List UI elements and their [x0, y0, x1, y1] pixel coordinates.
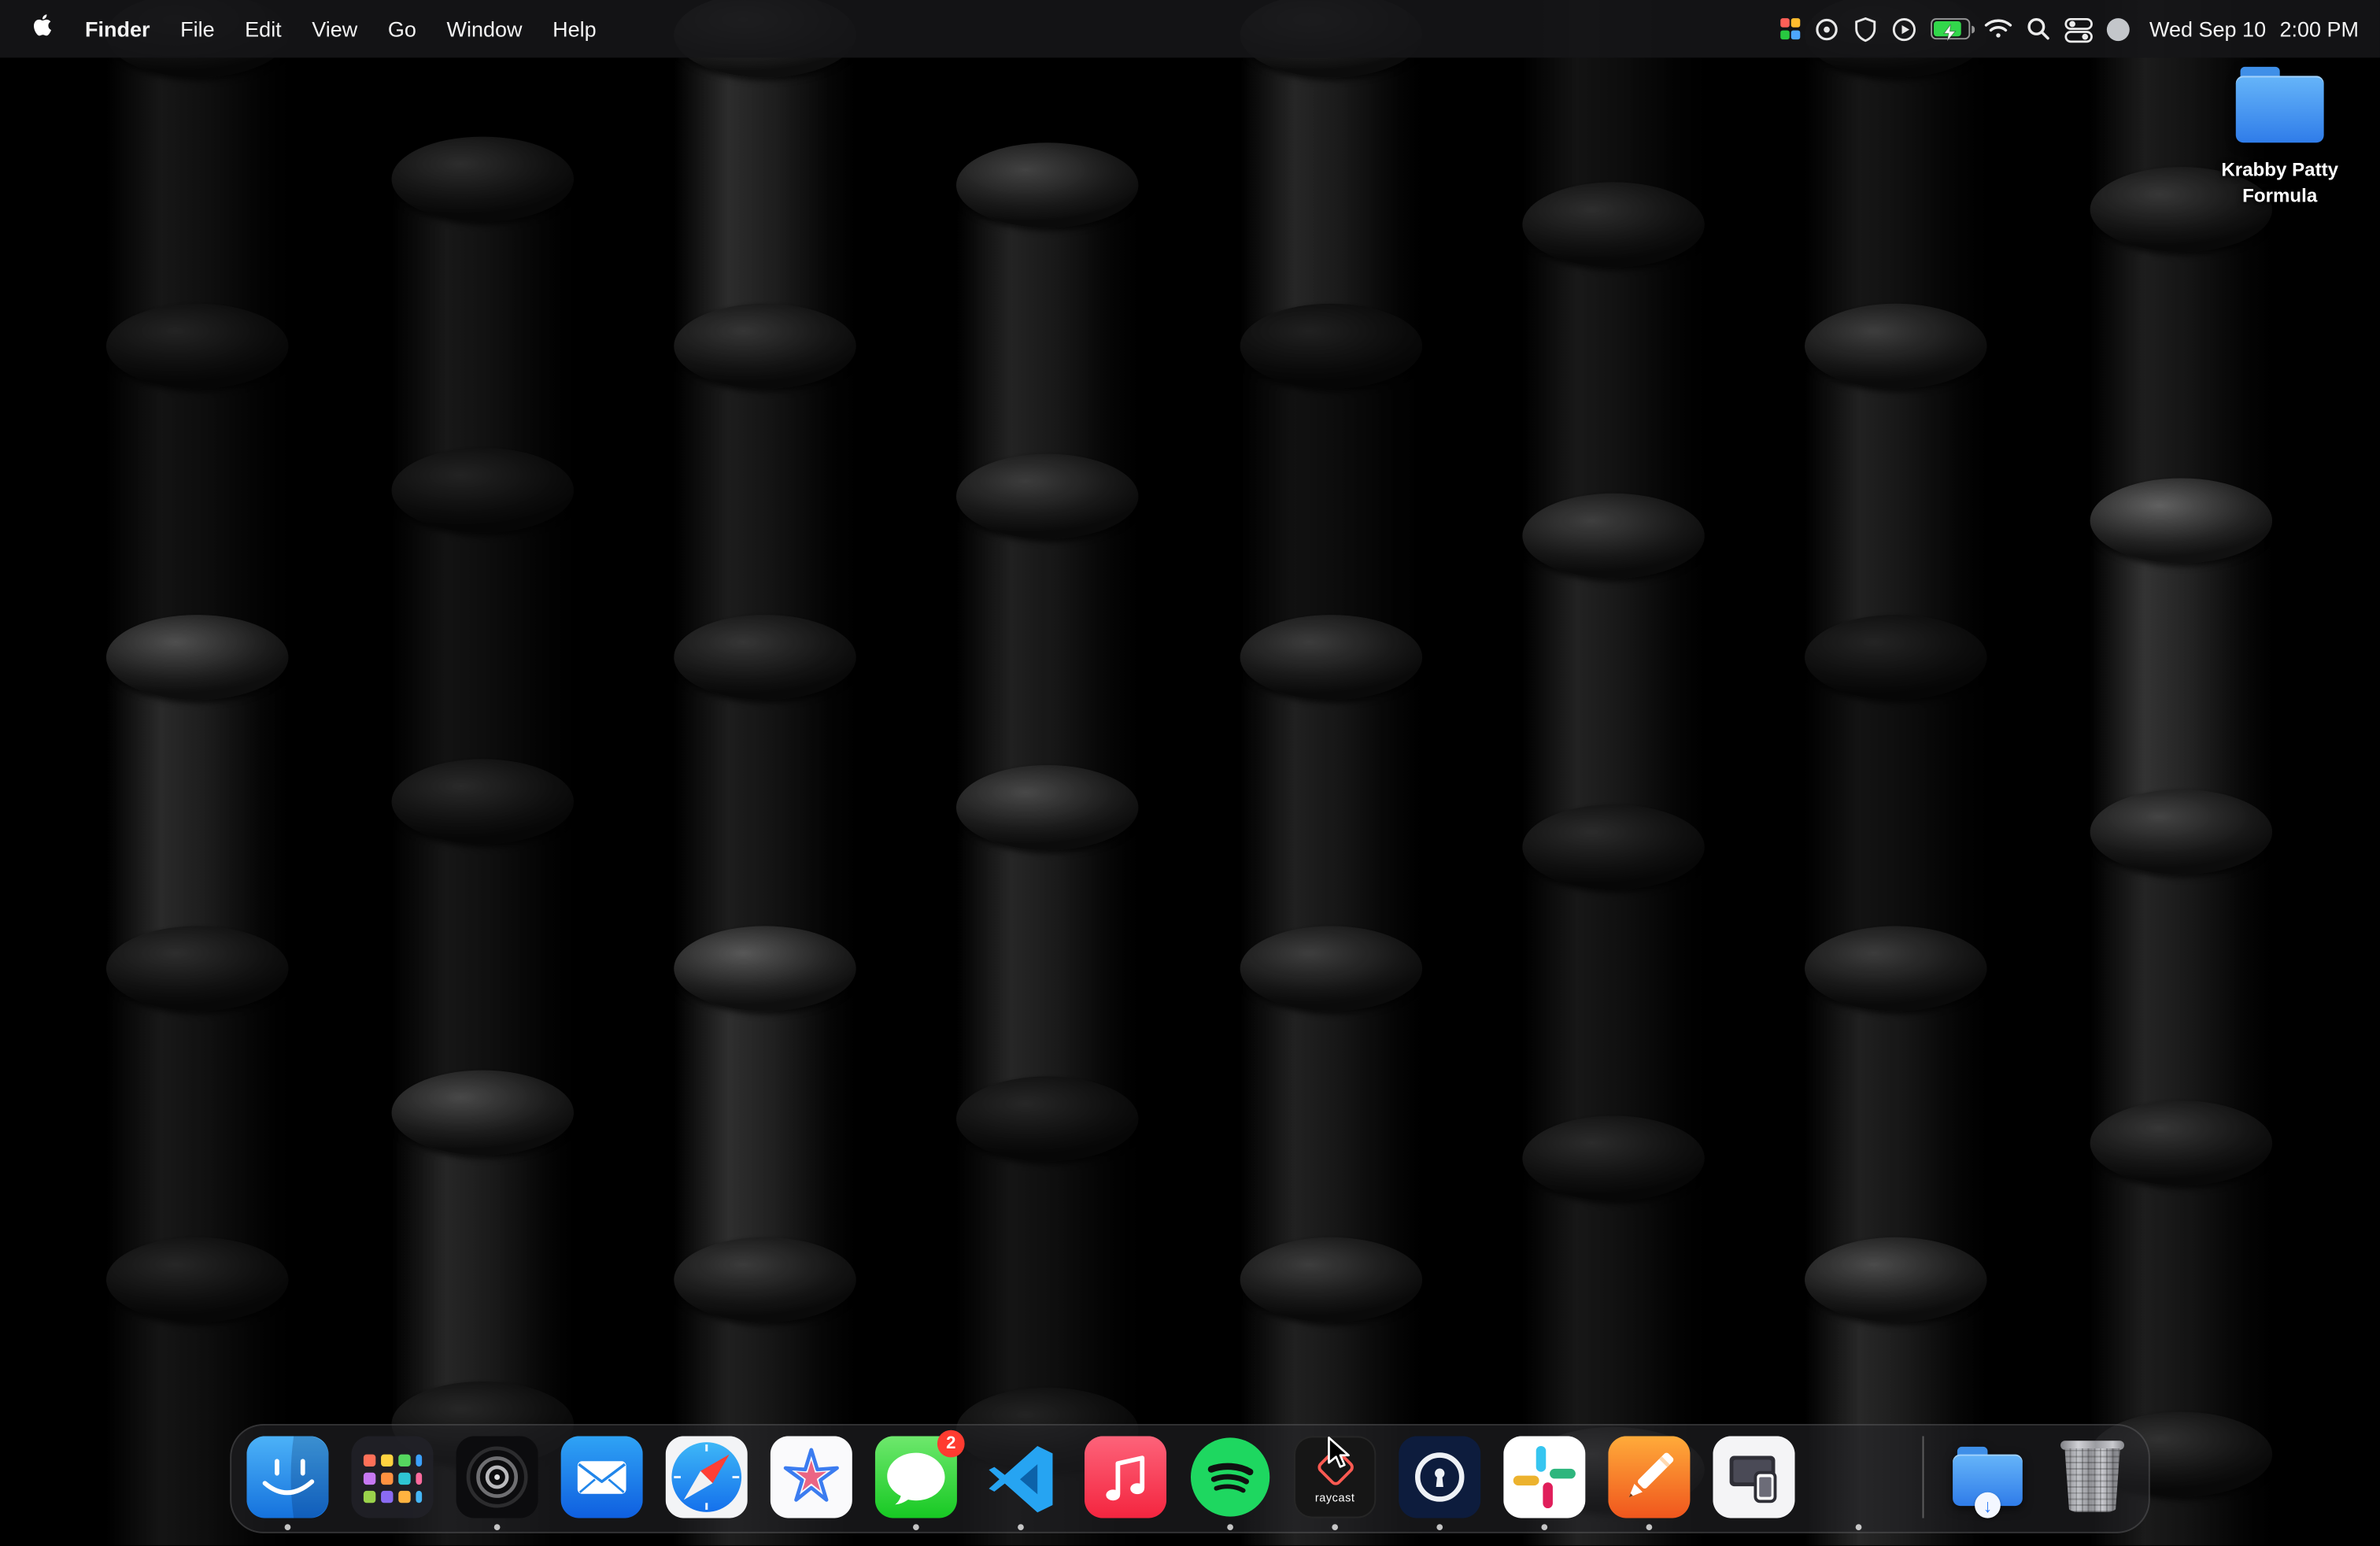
dock-item-1password[interactable]: [1399, 1436, 1480, 1518]
desktop-folder-krabby-patty[interactable]: Krabby Patty Formula: [2186, 76, 2374, 208]
blue-folder-icon: [2236, 76, 2324, 142]
pencil-icon: [1608, 1436, 1690, 1518]
battery-charging-icon[interactable]: [1931, 0, 1970, 57]
raycast-emblem-icon: [1314, 1447, 1355, 1488]
dock-item-stripes-app[interactable]: [1817, 1436, 1899, 1518]
envelope-icon: [561, 1436, 643, 1518]
apple-menu[interactable]: [15, 12, 69, 45]
music-note-icon: [1085, 1436, 1166, 1518]
dock-item-slack[interactable]: [1503, 1436, 1585, 1518]
menubar-clock[interactable]: 2:00 PM: [2279, 17, 2359, 41]
menu-file[interactable]: File: [165, 0, 230, 57]
menu-window[interactable]: Window: [431, 0, 538, 57]
dock-separator: [1923, 1436, 1924, 1518]
dock-item-star-app[interactable]: [771, 1436, 852, 1518]
menu-go[interactable]: Go: [373, 0, 432, 57]
dock-item-mail[interactable]: [561, 1436, 643, 1518]
play-circle-icon[interactable]: [1891, 0, 1917, 57]
finder-icon: [246, 1436, 328, 1518]
dock-item-spotify[interactable]: [1189, 1436, 1271, 1518]
wifi-icon[interactable]: [1984, 0, 2013, 57]
striped-circle-icon: [1817, 1436, 1899, 1518]
user-circle-icon[interactable]: [2107, 0, 2130, 57]
menu-bar-left: Finder File Edit View Go Window Help: [0, 0, 612, 57]
launchpad-grid-icon: [351, 1436, 433, 1518]
spotify-waves-icon: [1189, 1436, 1271, 1518]
vscode-icon: [980, 1436, 1062, 1518]
menu-view[interactable]: View: [297, 0, 373, 57]
dock-item-pencil-app[interactable]: [1608, 1436, 1690, 1518]
shield-icon[interactable]: [1853, 0, 1878, 57]
dock-item-screens-app[interactable]: [1713, 1436, 1794, 1518]
dock-item-rings-app[interactable]: [456, 1436, 538, 1518]
menu-edit[interactable]: Edit: [230, 0, 297, 57]
menubar-date[interactable]: Wed Sep 10: [2149, 17, 2266, 41]
dock-item-music[interactable]: [1085, 1436, 1166, 1518]
menu-bar: Finder File Edit View Go Window Help: [0, 0, 2380, 57]
device-mirroring-icon: [1713, 1436, 1794, 1518]
color-star-icon: [771, 1436, 852, 1518]
compass-icon: [666, 1436, 748, 1518]
dock-item-raycast[interactable]: raycast: [1294, 1436, 1376, 1518]
raycast-label: raycast: [1315, 1491, 1355, 1504]
color-grid-icon[interactable]: [1779, 0, 1800, 57]
dock-item-launchpad[interactable]: [351, 1436, 433, 1518]
download-arrow-icon: ↓: [1975, 1492, 2001, 1518]
desktop-screen: Finder File Edit View Go Window Help: [0, 0, 2380, 1545]
dock-item-finder[interactable]: [246, 1436, 328, 1518]
concentric-rings-icon: [456, 1436, 538, 1518]
slack-pinwheel-icon: [1503, 1436, 1585, 1518]
apple-icon: [31, 12, 53, 45]
raycast-icon: raycast: [1294, 1436, 1376, 1518]
control-center-icon[interactable]: [2064, 0, 2094, 57]
dock-item-safari[interactable]: [666, 1436, 748, 1518]
desktop-folder-label: Krabby Patty Formula: [2204, 158, 2356, 209]
dock: 2 raycast: [230, 1424, 2150, 1533]
ring-icon[interactable]: [1814, 0, 1840, 57]
notification-badge: 2: [937, 1430, 965, 1458]
dock-item-vscode[interactable]: [980, 1436, 1062, 1518]
dock-item-trash[interactable]: [2051, 1436, 2133, 1518]
app-menu-finder[interactable]: Finder: [70, 0, 165, 57]
menu-help[interactable]: Help: [538, 0, 612, 57]
spotlight-search-icon[interactable]: [2027, 0, 2051, 57]
keyhole-ring-icon: [1399, 1436, 1480, 1518]
dock-item-messages[interactable]: 2: [875, 1436, 957, 1518]
wallpaper: [0, 0, 2380, 1545]
trash-icon: [2064, 1441, 2121, 1512]
menu-bar-status: Wed Sep 10 2:00 PM: [1779, 0, 2380, 57]
dock-item-downloads[interactable]: ↓: [1946, 1436, 2028, 1518]
